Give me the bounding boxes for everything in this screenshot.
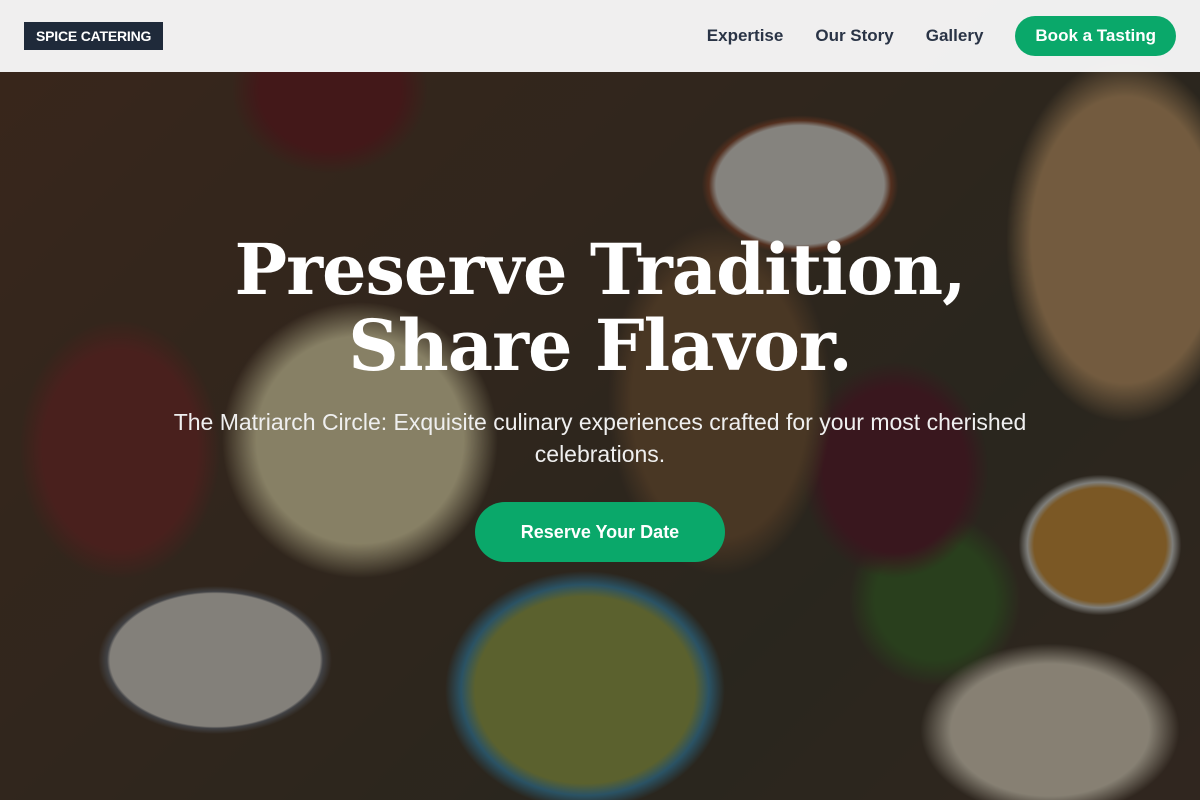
brand-logo[interactable]: SPICE CATERING [24,22,164,50]
hero-subtitle: The Matriarch Circle: Exquisite culinary… [173,409,1027,467]
reserve-date-button[interactable]: Reserve Your Date [475,502,725,562]
nav-links: Expertise Our Story Gallery Book a Tasti… [707,16,1176,56]
hero-title: Preserve Tradition, Share Flavor. [234,228,966,387]
book-tasting-button[interactable]: Book a Tasting [1015,16,1176,56]
navbar: SPICE CATERING Expertise Our Story Galle… [0,0,1200,72]
nav-link-expertise[interactable]: Expertise [707,26,784,46]
nav-link-gallery[interactable]: Gallery [926,26,984,46]
nav-link-our-story[interactable]: Our Story [815,26,893,46]
hero-section: Preserve Tradition, Share Flavor. The Ma… [0,232,1200,562]
